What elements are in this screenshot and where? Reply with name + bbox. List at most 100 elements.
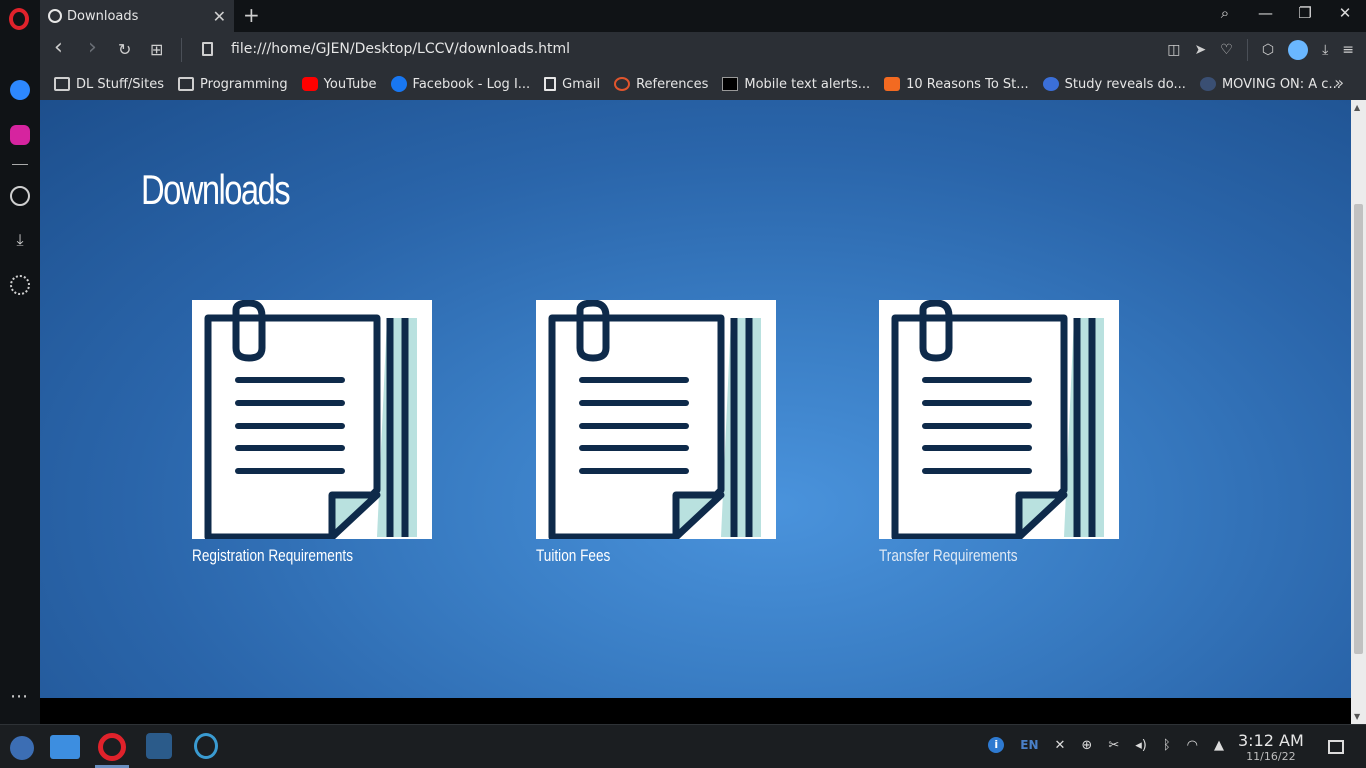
document-clip-icon[interactable]	[536, 300, 776, 539]
bookmark-label: MOVING ON: A c...	[1221, 76, 1341, 92]
history-icon[interactable]	[10, 186, 30, 206]
document-clip-icon[interactable]	[879, 300, 1119, 539]
scrollbar-thumb[interactable]	[1354, 204, 1363, 654]
graduation-cap-icon	[614, 77, 631, 91]
download-card-registration[interactable]: Registration Requirements	[192, 300, 432, 566]
cube-icon[interactable]: ⬡	[1262, 42, 1274, 58]
divider	[12, 164, 28, 165]
document-icon	[544, 77, 557, 91]
tray-app-icon[interactable]: ✕	[1055, 738, 1066, 753]
menu-icon[interactable]: ≡	[1342, 42, 1354, 58]
clipboard-icon[interactable]: ✂	[1108, 738, 1119, 753]
bookmark-label: YouTube	[323, 76, 377, 92]
document-clip-icon[interactable]	[192, 300, 432, 539]
more-icon[interactable]: ⋯	[10, 688, 28, 706]
opera-logo-icon[interactable]	[9, 8, 29, 30]
page-scrollbar[interactable]: ▲ ▼	[1351, 100, 1366, 724]
back-button[interactable]: ‹	[54, 35, 63, 60]
download-icon[interactable]: ⤓	[1322, 42, 1328, 58]
bookmark-item[interactable]: References	[614, 77, 708, 92]
w-logo-icon	[722, 77, 739, 91]
card-label[interactable]: Tuition Fees	[536, 546, 728, 566]
downloads-icon[interactable]: ⤓	[10, 230, 30, 250]
camera-icon[interactable]: ◫	[1167, 42, 1180, 58]
restore-button[interactable]: ❐	[1298, 4, 1312, 22]
heart-icon[interactable]: ♡	[1220, 42, 1233, 58]
address-bar: ‹ › ↻ ⊞ file:///home/GJEN/Desktop/LCCV/d…	[40, 32, 1366, 68]
tab-bar: Downloads ✕ + ⌕ — ❐ ✕	[0, 0, 1366, 32]
download-card-tuition[interactable]: Tuition Fees	[536, 300, 776, 566]
tray-expand-icon[interactable]: ▲	[1214, 738, 1224, 753]
info-icon[interactable]: i	[988, 737, 1005, 753]
youtube-icon	[301, 77, 318, 91]
bookmark-item[interactable]: MOVING ON: A c...	[1199, 76, 1341, 92]
opera-taskbar-icon[interactable]	[98, 733, 126, 761]
reload-button[interactable]: ↻	[118, 40, 131, 59]
vscode-icon[interactable]	[146, 733, 172, 759]
settings-icon[interactable]	[10, 275, 30, 295]
bookmark-item[interactable]: Study reveals do...	[1042, 76, 1186, 92]
seal-icon	[1199, 77, 1216, 91]
card-label[interactable]: Transfer Requirements	[879, 546, 1071, 566]
clock[interactable]: 3:12 AM 11/16/22	[1238, 731, 1304, 763]
bookmark-item[interactable]: Programming	[178, 77, 288, 92]
show-desktop-icon[interactable]	[1328, 740, 1344, 754]
sidebar: ⤓ ⋯	[0, 32, 40, 724]
bookmark-item[interactable]: Facebook - Log I...	[390, 76, 530, 92]
fedora-launcher-icon[interactable]	[10, 736, 34, 760]
facebook-icon	[390, 76, 407, 92]
new-tab-button[interactable]: +	[243, 3, 260, 27]
bookmark-item[interactable]: 10 Reasons To St...	[884, 77, 1029, 92]
url-input[interactable]: file:///home/GJEN/Desktop/LCCV/downloads…	[231, 41, 570, 57]
card-label[interactable]: Registration Requirements	[192, 546, 384, 566]
keyboard-layout-indicator[interactable]: EN	[1020, 738, 1038, 752]
tab-title: Downloads	[67, 8, 139, 24]
wifi-icon[interactable]: ◠	[1187, 738, 1198, 753]
desktop: Downloads ✕ + ⌕ — ❐ ✕ ‹ › ↻ ⊞ file:///ho…	[0, 0, 1366, 768]
system-tray: i EN ✕ ⊕ ✂ ◂) ᛒ ◠ ▲	[988, 737, 1224, 753]
close-window-button[interactable]: ✕	[1338, 4, 1352, 22]
web-page: Downloads Registration Requirements Tuit…	[40, 100, 1351, 698]
bookmark-label: References	[636, 76, 709, 92]
address-bar-actions: ◫ ➤ ♡ ⬡ ⤓ ≡	[1167, 39, 1354, 61]
send-icon[interactable]: ➤	[1195, 42, 1207, 58]
bookmarks-more-button[interactable]: »	[1334, 73, 1344, 92]
bookmark-label: Mobile text alerts...	[744, 76, 871, 92]
bookmark-label: Study reveals do...	[1064, 76, 1186, 92]
search-tabs-icon[interactable]: ⌕	[1218, 4, 1232, 22]
folder-icon	[178, 77, 195, 91]
taskbar: i EN ✕ ⊕ ✂ ◂) ᛒ ◠ ▲ 3:12 AM 11/16/22	[0, 724, 1366, 768]
instagram-icon[interactable]	[10, 125, 30, 145]
bookmarks-bar: DL Stuff/Sites Programming YouTube Faceb…	[40, 68, 1366, 100]
bookmark-item[interactable]: YouTube	[301, 76, 377, 92]
volume-icon[interactable]: ◂)	[1135, 738, 1147, 753]
scroll-up-icon[interactable]: ▲	[1354, 103, 1360, 112]
tab-close-icon[interactable]: ✕	[213, 7, 226, 26]
checkmark-icon	[884, 77, 901, 91]
inq-logo-icon	[1042, 77, 1059, 91]
bookmark-item[interactable]: Mobile text alerts...	[722, 77, 870, 92]
minimize-button[interactable]: —	[1258, 4, 1273, 22]
folder-icon	[54, 77, 70, 91]
tab-downloads[interactable]: Downloads ✕	[40, 0, 234, 32]
file-manager-icon[interactable]	[50, 735, 80, 759]
window-controls: ⌕ — ❐ ✕	[1218, 4, 1352, 22]
messenger-icon[interactable]	[10, 80, 30, 100]
bluetooth-icon[interactable]: ᛒ	[1163, 738, 1171, 753]
clock-time: 3:12 AM	[1238, 731, 1304, 750]
profile-avatar-icon[interactable]	[1288, 40, 1309, 60]
globe-icon	[48, 9, 62, 23]
clock-date: 11/16/22	[1246, 750, 1296, 763]
tabs-grid-button[interactable]: ⊞	[150, 40, 163, 59]
bookmark-item[interactable]: DL Stuff/Sites	[54, 77, 164, 92]
divider	[181, 38, 182, 62]
bookmark-item[interactable]: Gmail	[544, 77, 600, 92]
updates-icon[interactable]: ⊕	[1081, 738, 1092, 753]
divider	[1246, 39, 1248, 61]
download-card-transfer[interactable]: Transfer Requirements	[879, 300, 1119, 566]
scroll-down-icon[interactable]: ▼	[1354, 712, 1360, 721]
bookmark-label: 10 Reasons To St...	[906, 76, 1029, 92]
page-footer-strip	[40, 698, 1351, 724]
forward-button[interactable]: ›	[88, 35, 97, 60]
app-launcher-icon[interactable]	[194, 733, 218, 759]
